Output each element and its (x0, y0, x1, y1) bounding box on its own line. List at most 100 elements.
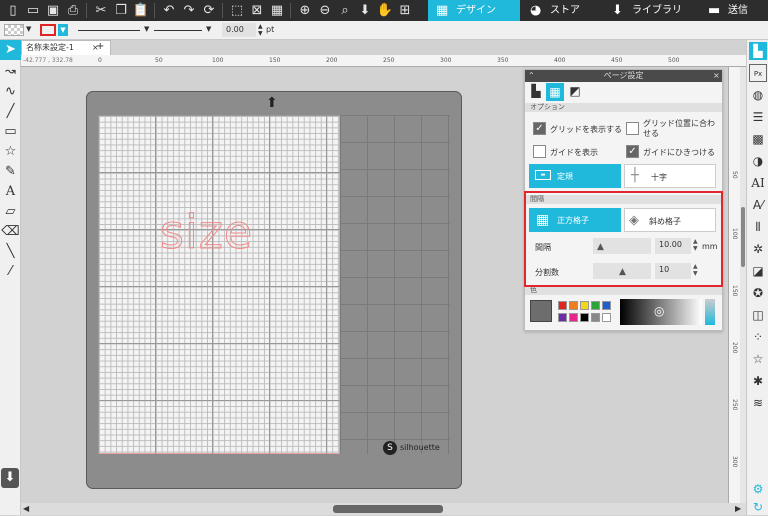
grid-icon[interactable]: ▦ (546, 83, 564, 101)
point-edit-icon[interactable]: ↝ (0, 62, 21, 82)
refresh-icon[interactable]: ↻ (749, 498, 767, 516)
page-icon[interactable]: ▙ (528, 84, 544, 100)
rectangle-icon[interactable]: ▭ (0, 122, 21, 142)
save-icon[interactable]: ▣ (42, 0, 64, 21)
cut-icon[interactable]: ✂ (90, 0, 112, 21)
crosshair-button[interactable]: ┼ 十字 (624, 164, 716, 188)
trace-icon[interactable]: ◫ (749, 306, 767, 324)
redo-icon[interactable]: ↷ (178, 0, 200, 21)
show-grid-checkbox[interactable]: ✓ (533, 122, 546, 135)
show-guides-checkbox[interactable] (533, 145, 546, 158)
select-arrow-icon[interactable]: ➤ (0, 40, 21, 60)
tab-send[interactable]: ▬ 送信 (700, 0, 768, 21)
add-tab-icon[interactable]: + (96, 41, 104, 52)
text-style-icon[interactable]: AI (749, 174, 767, 192)
print-icon[interactable]: ⎙ (62, 0, 84, 21)
open-folder-icon[interactable]: ▭ (22, 0, 44, 21)
fit-page-icon[interactable]: ⊞ (394, 0, 416, 21)
layers-icon[interactable]: ≋ (749, 394, 767, 412)
color-swatch[interactable] (602, 301, 611, 310)
curve-icon[interactable]: ∿ (0, 82, 21, 102)
scroll-thumb[interactable] (333, 505, 443, 513)
modify-icon[interactable]: ◪ (749, 262, 767, 280)
hue-slider[interactable] (705, 299, 715, 325)
stroke-width-input[interactable]: 0.00 (222, 23, 256, 37)
puzzle-icon[interactable]: ✱ (749, 372, 767, 390)
star-icon[interactable]: ☆ (0, 142, 21, 162)
favorite-star-icon[interactable]: ☆ (749, 350, 767, 368)
color-swatch[interactable] (569, 301, 578, 310)
chevron-down-icon[interactable]: ▼ (26, 25, 31, 33)
color-swatch[interactable] (602, 313, 611, 322)
pencil-icon[interactable]: ✎ (0, 162, 21, 182)
text-path-icon[interactable]: A⁄ (749, 196, 767, 214)
color-swatch[interactable] (580, 301, 589, 310)
chevron-down-icon[interactable]: ▼ (206, 25, 211, 33)
align-icon[interactable]: ⫴ (749, 218, 767, 236)
zoom-in-icon[interactable]: ⊕ (294, 0, 316, 21)
color-swatch[interactable] (591, 301, 600, 310)
select-all-icon[interactable]: ⬚ (226, 0, 248, 21)
text-icon[interactable]: A (0, 182, 21, 202)
pixscan-icon[interactable]: Px (749, 64, 767, 82)
line-style[interactable] (78, 30, 140, 31)
page-area[interactable] (98, 115, 340, 454)
move-down-icon[interactable]: ⬇ (354, 0, 376, 21)
collapse-icon[interactable]: ⌃ (528, 70, 535, 82)
tab-design[interactable]: ▦ デザイン (428, 0, 520, 21)
group-icon[interactable]: ▦ (266, 0, 288, 21)
new-file-icon[interactable]: ▯ (2, 0, 24, 21)
line-style-icon[interactable]: ☰ (749, 108, 767, 126)
transparency-icon[interactable]: ◩ (567, 84, 583, 100)
fill-swatch[interactable] (4, 24, 24, 36)
snap-grid-checkbox[interactable] (626, 122, 639, 135)
contrast-icon[interactable]: ◑ (749, 152, 767, 170)
knife-icon[interactable]: ╲ (0, 242, 21, 262)
fill-icon[interactable]: ▱ (0, 202, 21, 222)
color-swatch[interactable] (558, 301, 567, 310)
stroke-swatch[interactable] (40, 24, 56, 36)
silhouette-logo-icon: S (383, 441, 397, 455)
tab-store[interactable]: ◕ ストア (522, 0, 598, 21)
zoom-select-icon[interactable]: ⌕ (334, 0, 356, 21)
paste-icon[interactable]: 📋 (130, 0, 152, 21)
replicate-icon[interactable]: ✲ (749, 240, 767, 258)
snap-guides-checkbox[interactable]: ✓ (626, 145, 639, 158)
color-gradient[interactable]: ◎ (620, 299, 702, 325)
deselect-icon[interactable]: ⊠ (246, 0, 268, 21)
palette-icon[interactable]: ◍ (749, 86, 767, 104)
refresh-icon[interactable]: ⟳ (198, 0, 220, 21)
color-swatch[interactable] (591, 313, 600, 322)
tab-library[interactable]: ⬇ ライブラリ (604, 0, 690, 21)
color-swatch[interactable] (558, 313, 567, 322)
sketch-icon[interactable]: ⁘ (749, 328, 767, 346)
scroll-thumb[interactable] (741, 207, 745, 267)
line-cap[interactable] (154, 30, 202, 31)
import-icon[interactable]: ⬇ (1, 468, 19, 488)
chevron-down-icon[interactable]: ▼ (58, 24, 68, 36)
spinner-icon[interactable]: ▲ ▼ (258, 23, 263, 37)
page-setup-icon[interactable]: ▙ (749, 42, 767, 60)
grid-color-preview[interactable] (530, 300, 552, 322)
eraser-icon[interactable]: ⌫ (0, 222, 21, 242)
chevron-down-icon[interactable]: ▼ (144, 25, 149, 33)
canvas-text-object[interactable]: size (159, 205, 253, 260)
color-swatch[interactable] (569, 313, 578, 322)
arrow-right-icon[interactable]: ▶ (735, 504, 741, 513)
panel-header[interactable]: ページ設定 ⌃ × (525, 70, 722, 82)
arrow-left-icon[interactable]: ◀ (23, 504, 29, 513)
line-icon[interactable]: ╱ (0, 102, 21, 122)
settings-gear-icon[interactable]: ⚙ (749, 480, 767, 498)
zoom-out-icon[interactable]: ⊖ (314, 0, 336, 21)
eyedropper-icon[interactable]: ⁄ (0, 262, 21, 282)
hand-icon[interactable]: ✋ (374, 0, 396, 21)
horizontal-scrollbar[interactable]: ◀ ▶ (21, 503, 746, 515)
undo-icon[interactable]: ↶ (158, 0, 180, 21)
offset-icon[interactable]: ✪ (749, 284, 767, 302)
ruler-button[interactable]: ▬ 定規 (529, 164, 621, 188)
fill-pattern-icon[interactable]: ▩ (749, 130, 767, 148)
color-picker-icon[interactable]: ◎ (654, 304, 664, 318)
close-icon[interactable]: × (713, 70, 720, 82)
copy-icon[interactable]: ❐ (110, 0, 132, 21)
color-swatch[interactable] (580, 313, 589, 322)
